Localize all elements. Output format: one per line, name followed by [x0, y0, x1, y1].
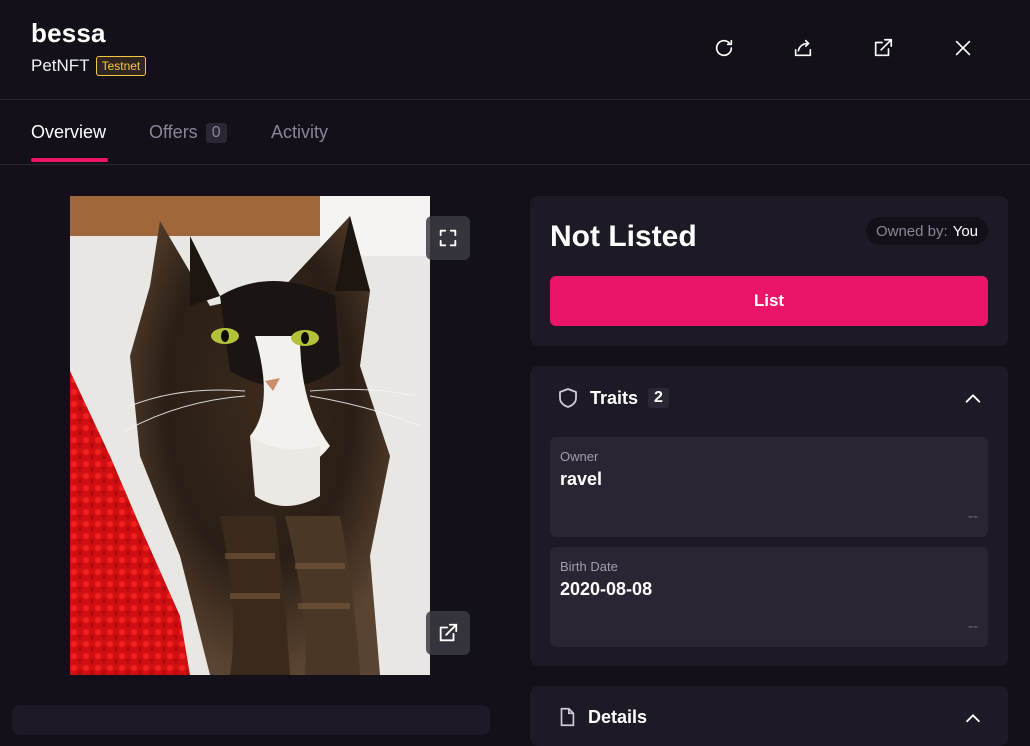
- details-card: Details: [530, 686, 1008, 746]
- details-header[interactable]: Details: [556, 706, 647, 728]
- cat-photo: [70, 196, 430, 675]
- tab-activity[interactable]: Activity: [271, 122, 328, 143]
- tab-overview[interactable]: Overview: [31, 122, 106, 143]
- trait-item[interactable]: Birth Date 2020-08-08 --: [550, 547, 988, 647]
- tab-offers-label: Offers: [149, 122, 198, 142]
- shield-icon: [559, 388, 577, 408]
- details-expand-button[interactable]: [962, 708, 984, 730]
- description-card: [12, 705, 490, 735]
- traits-collapse-button[interactable]: [962, 388, 984, 410]
- open-image-button[interactable]: [426, 611, 470, 655]
- trait-item[interactable]: Owner ravel --: [550, 437, 988, 537]
- tab-offers[interactable]: Offers 0: [149, 122, 227, 143]
- testnet-badge: Testnet: [95, 56, 147, 76]
- traits-card: Traits 2 Owner ravel -- Birth Date 2020-…: [530, 366, 1008, 666]
- active-tab-indicator: [31, 158, 108, 162]
- refresh-icon: [715, 39, 733, 57]
- tab-bar: Overview Offers 0 Activity: [0, 100, 1030, 165]
- fullscreen-icon: [439, 229, 457, 247]
- tab-activity-label: Activity: [271, 122, 329, 142]
- fullscreen-button[interactable]: [426, 216, 470, 260]
- trait-value: ravel: [560, 469, 603, 489]
- traits-count-badge: 2: [648, 388, 669, 408]
- trait-type: Birth Date: [560, 559, 618, 574]
- page-title: bessa: [31, 18, 106, 48]
- share-icon: [794, 39, 812, 57]
- refresh-button[interactable]: [710, 34, 738, 62]
- subtitle: PetNFT Testnet: [31, 56, 147, 76]
- traits-title: Traits: [590, 387, 639, 408]
- collection-name[interactable]: PetNFT: [31, 56, 90, 76]
- owner-pill: Owned by: You: [865, 217, 988, 245]
- listing-status: Not Listed: [550, 220, 697, 253]
- header: bessa PetNFT Testnet: [0, 0, 1030, 100]
- trait-value: 2020-08-08: [560, 579, 653, 599]
- traits-header[interactable]: Traits 2: [556, 386, 669, 410]
- chevron-up-icon: [965, 394, 981, 403]
- details-title: Details: [588, 706, 648, 727]
- close-icon: [955, 40, 971, 56]
- trait-type: Owner: [560, 449, 599, 464]
- tab-overview-label: Overview: [31, 122, 107, 142]
- chevron-up-icon: [965, 714, 981, 723]
- trait-rarity: --: [968, 618, 978, 635]
- nft-image: [70, 196, 430, 675]
- share-button[interactable]: [789, 34, 817, 62]
- open-external-button[interactable]: [869, 34, 897, 62]
- offers-count-badge: 0: [205, 122, 227, 143]
- owned-by-value: You: [952, 222, 978, 240]
- close-button[interactable]: [949, 34, 977, 62]
- listing-card: Not Listed Owned by: You List: [530, 196, 1008, 346]
- trait-rarity: --: [968, 508, 978, 525]
- list-button[interactable]: List: [550, 276, 988, 326]
- owned-by-label: Owned by:: [875, 222, 948, 240]
- document-icon: [560, 707, 575, 727]
- external-link-icon: [874, 38, 893, 57]
- open-external-icon: [439, 623, 458, 642]
